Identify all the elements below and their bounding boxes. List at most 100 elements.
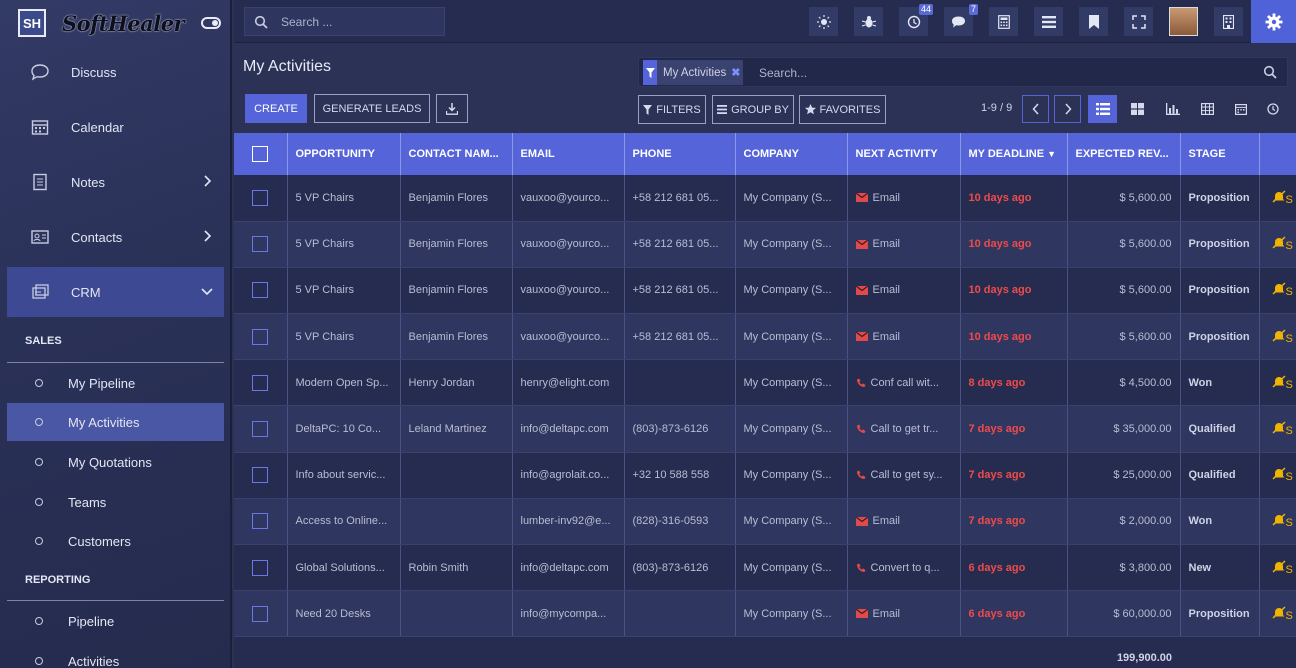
sidebar-item-my-quotations[interactable]: My Quotations: [7, 443, 224, 481]
table-row[interactable]: Access to Online... lumber-inv92@e... (828…: [234, 498, 1296, 546]
filters-button[interactable]: FILTERS: [638, 95, 706, 124]
sidebar-item-customers[interactable]: Customers: [7, 522, 224, 560]
brand[interactable]: SH SoftHealer: [18, 8, 223, 38]
row-checkbox[interactable]: [234, 313, 288, 361]
table-row[interactable]: Global Solutions... Robin Smith info@delta…: [234, 544, 1296, 592]
table-row[interactable]: Modern Open Sp... Henry Jordan henry@eligh…: [234, 359, 1296, 407]
nav-item-contacts[interactable]: Contacts: [7, 212, 224, 262]
nav-item-discuss[interactable]: Discuss: [7, 47, 224, 97]
cell-extra[interactable]: S: [1259, 359, 1296, 407]
table-row[interactable]: Info about servic... info@agrolait.co... +…: [234, 452, 1296, 499]
cell-extra[interactable]: S: [1259, 498, 1296, 546]
kanban-view-button[interactable]: [1123, 95, 1152, 123]
cell-extra[interactable]: S: [1259, 221, 1296, 268]
sidebar-item-pipeline[interactable]: Pipeline: [7, 602, 224, 640]
column-header-revenue[interactable]: EXPECTED REV...: [1067, 133, 1181, 175]
table-row[interactable]: DeltaPC: 10 Co... Leland Martinez info@del…: [234, 405, 1296, 453]
cell-next-activity[interactable]: Email: [847, 267, 961, 315]
cell-next-activity[interactable]: Email: [847, 590, 961, 638]
select-all-checkbox[interactable]: [234, 133, 288, 175]
cell-next-activity[interactable]: Convert to q...: [847, 544, 961, 592]
column-header-phone[interactable]: PHONE: [624, 133, 736, 175]
cell-extra[interactable]: S: [1259, 452, 1296, 499]
filter-facet[interactable]: My Activities ✖: [643, 60, 744, 85]
cell-extra[interactable]: S: [1259, 267, 1296, 315]
sidebar-item-teams[interactable]: Teams: [7, 483, 224, 521]
messages-button[interactable]: 7: [944, 4, 978, 36]
table-row[interactable]: 5 VP Chairs Benjamin Flores vauxoo@yourco.…: [234, 221, 1296, 268]
column-header-opportunity[interactable]: OPPORTUNITY: [287, 133, 401, 175]
row-checkbox[interactable]: [234, 452, 288, 499]
generate-leads-button[interactable]: GENERATE LEADS: [314, 94, 430, 123]
pager-previous-button[interactable]: [1022, 95, 1049, 123]
nav-item-notes[interactable]: Notes: [7, 157, 224, 207]
activities-button[interactable]: 44: [899, 4, 933, 36]
list-view-button[interactable]: [1088, 95, 1117, 123]
cell-next-activity[interactable]: Call to get sy...: [847, 452, 961, 499]
sidebar-item-activities[interactable]: Activities: [7, 642, 224, 668]
row-checkbox[interactable]: [234, 544, 288, 592]
cell-phone: +32 10 588 558: [624, 452, 736, 499]
favorites-button[interactable]: FAVORITES: [799, 95, 886, 124]
row-checkbox[interactable]: [234, 175, 288, 222]
settings-button[interactable]: [1251, 0, 1296, 43]
circle-icon: [35, 537, 43, 545]
create-button[interactable]: CREATE: [245, 94, 307, 123]
cell-extra[interactable]: S: [1259, 175, 1296, 222]
company-button[interactable]: [1214, 7, 1243, 36]
theme-toggle[interactable]: [201, 17, 221, 29]
nav-item-crm[interactable]: CRM: [7, 267, 224, 317]
sidebar-item-my-activities[interactable]: My Activities: [7, 403, 224, 441]
search-icon[interactable]: [1263, 65, 1277, 79]
column-header-stage[interactable]: STAGE: [1180, 133, 1260, 175]
pager-value[interactable]: 1-9 / 9: [981, 102, 1012, 114]
cell-extra[interactable]: S: [1259, 590, 1296, 638]
nav-item-calendar[interactable]: Calendar: [7, 102, 224, 152]
graph-view-button[interactable]: [1158, 95, 1187, 123]
row-checkbox[interactable]: [234, 590, 288, 638]
user-avatar[interactable]: [1169, 7, 1198, 36]
menu-button[interactable]: [1034, 7, 1063, 36]
calendar-view-button[interactable]: [1226, 95, 1255, 123]
search-input[interactable]: Search...: [759, 66, 807, 80]
theme-button[interactable]: [809, 7, 838, 36]
table-row[interactable]: 5 VP Chairs Benjamin Flores vauxoo@yourco.…: [234, 175, 1296, 222]
group-by-button[interactable]: GROUP BY: [712, 95, 794, 124]
row-checkbox[interactable]: [234, 405, 288, 453]
remove-facet-icon[interactable]: ✖: [731, 66, 740, 79]
table-row[interactable]: 5 VP Chairs Benjamin Flores vauxoo@yourco.…: [234, 313, 1296, 361]
cell-extra[interactable]: S: [1259, 313, 1296, 361]
cell-next-activity[interactable]: Email: [847, 221, 961, 268]
cell-next-activity[interactable]: Email: [847, 175, 961, 222]
bell-slash-icon: [1271, 190, 1286, 203]
row-checkbox[interactable]: [234, 498, 288, 546]
cell-extra[interactable]: S: [1259, 405, 1296, 453]
download-button[interactable]: [436, 94, 468, 123]
cell-next-activity[interactable]: Email: [847, 498, 961, 546]
row-checkbox[interactable]: [234, 359, 288, 407]
table-row[interactable]: 5 VP Chairs Benjamin Flores vauxoo@yourco.…: [234, 267, 1296, 315]
column-header-email[interactable]: EMAIL: [512, 133, 625, 175]
activity-view-button[interactable]: [1258, 95, 1287, 123]
row-checkbox[interactable]: [234, 267, 288, 315]
global-search-input[interactable]: Search ...: [244, 7, 445, 36]
calculator-button[interactable]: [989, 7, 1018, 36]
search-bar[interactable]: My Activities ✖ Search...: [638, 57, 1288, 87]
bookmark-button[interactable]: [1079, 7, 1108, 36]
sidebar-item-my-pipeline[interactable]: My Pipeline: [7, 364, 224, 402]
pager-next-button[interactable]: [1054, 95, 1081, 123]
cell-extra[interactable]: S: [1259, 544, 1296, 592]
row-checkbox[interactable]: [234, 221, 288, 268]
column-header-deadline[interactable]: MY DEADLINE ▼: [960, 133, 1068, 175]
pivot-view-button[interactable]: [1193, 95, 1222, 123]
table-row[interactable]: Need 20 Desks info@mycompa... My Company (…: [234, 590, 1296, 638]
column-header-next-activity[interactable]: NEXT ACTIVITY: [847, 133, 961, 175]
cell-next-activity[interactable]: Conf call wit...: [847, 359, 961, 407]
column-header-contact[interactable]: CONTACT NAM...: [400, 133, 513, 175]
debug-button[interactable]: [854, 7, 883, 36]
cell-next-activity[interactable]: Email: [847, 313, 961, 361]
column-header-extra[interactable]: [1259, 133, 1296, 175]
column-header-company[interactable]: COMPANY: [735, 133, 848, 175]
cell-next-activity[interactable]: Call to get tr...: [847, 405, 961, 453]
fullscreen-button[interactable]: [1124, 7, 1153, 36]
